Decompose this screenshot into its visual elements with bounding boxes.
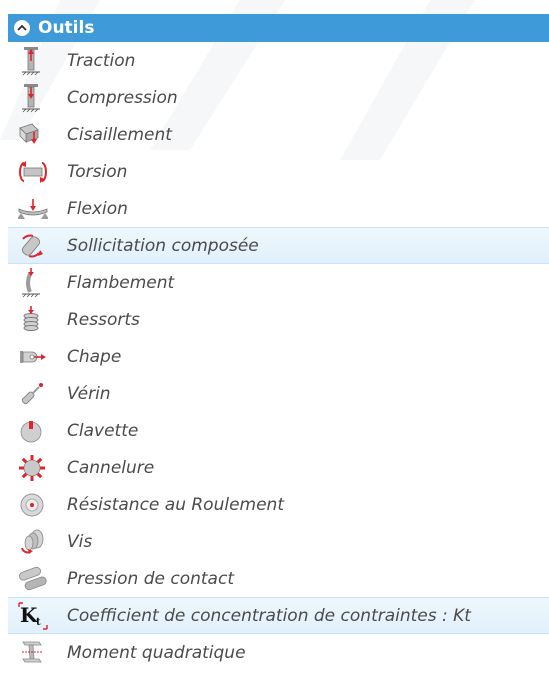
list-item-flexion[interactable]: Flexion	[8, 190, 549, 227]
panel-header[interactable]: Outils	[8, 14, 549, 42]
list-item-label: Vis	[67, 531, 93, 552]
list-item-label: Moment quadratique	[67, 642, 246, 663]
list-item-label: Flexion	[67, 198, 128, 219]
list-item-label: Pression de contact	[67, 568, 234, 589]
compression-icon	[18, 83, 52, 113]
list-item-moment-quadratique[interactable]: Moment quadratique	[8, 634, 549, 671]
list-item-label: Coefficient de concentration de contrain…	[67, 605, 471, 626]
list-item-cannelure[interactable]: Cannelure	[8, 449, 549, 486]
spring-icon	[18, 305, 52, 335]
list-item-label: Chape	[67, 346, 122, 367]
svg-text:t: t	[36, 617, 41, 628]
list-item-torsion[interactable]: Torsion	[8, 153, 549, 190]
list-item-label: Ressorts	[67, 309, 140, 330]
list-item-sollicitation-composee[interactable]: Sollicitation composée	[8, 227, 549, 264]
torsion-icon	[18, 157, 52, 187]
rolling-resistance-icon	[18, 490, 52, 520]
moment-of-inertia-icon	[18, 638, 52, 668]
list-item-label: Cisaillement	[67, 124, 172, 145]
screw-icon	[18, 527, 52, 557]
list-item-flambement[interactable]: Flambement	[8, 264, 549, 301]
combined-load-icon	[18, 231, 52, 261]
list-item-label: Résistance au Roulement	[67, 494, 284, 515]
list-item-cisaillement[interactable]: Cisaillement	[8, 116, 549, 153]
list-item-chape[interactable]: Chape	[8, 338, 549, 375]
key-icon	[18, 416, 52, 446]
list-item-label: Compression	[67, 87, 178, 108]
list-item-label: Traction	[67, 50, 136, 71]
contact-pressure-icon	[18, 564, 52, 594]
tool-list: Traction Compression Cisaillement Torsio…	[8, 42, 549, 671]
bending-icon	[18, 194, 52, 224]
shear-icon	[18, 120, 52, 150]
spline-icon	[18, 453, 52, 483]
tools-panel: Outils Traction Compression Cisaillement…	[8, 14, 549, 671]
collapse-icon[interactable]	[14, 20, 30, 36]
list-item-label: Vérin	[67, 383, 111, 404]
kt-icon: K t	[18, 601, 52, 631]
list-item-label: Flambement	[67, 272, 175, 293]
buckling-icon	[18, 267, 52, 298]
list-item-coefficient-kt[interactable]: K t Coefficient de concentration de cont…	[8, 597, 549, 634]
list-item-label: Cannelure	[67, 457, 155, 478]
cylinder-icon	[18, 379, 52, 409]
list-item-ressorts[interactable]: Ressorts	[8, 301, 549, 338]
list-item-clavette[interactable]: Clavette	[8, 412, 549, 449]
list-item-verin[interactable]: Vérin	[8, 375, 549, 412]
list-item-label: Clavette	[67, 420, 139, 441]
list-item-compression[interactable]: Compression	[8, 79, 549, 116]
list-item-traction[interactable]: Traction	[8, 42, 549, 79]
list-item-label: Sollicitation composée	[67, 235, 259, 256]
panel-title: Outils	[38, 18, 95, 38]
clevis-icon	[18, 342, 52, 372]
list-item-pression-de-contact[interactable]: Pression de contact	[8, 560, 549, 597]
list-item-vis[interactable]: Vis	[8, 523, 549, 560]
list-item-resistance-au-roulement[interactable]: Résistance au Roulement	[8, 486, 549, 523]
traction-icon	[18, 46, 52, 76]
list-item-label: Torsion	[67, 161, 128, 182]
